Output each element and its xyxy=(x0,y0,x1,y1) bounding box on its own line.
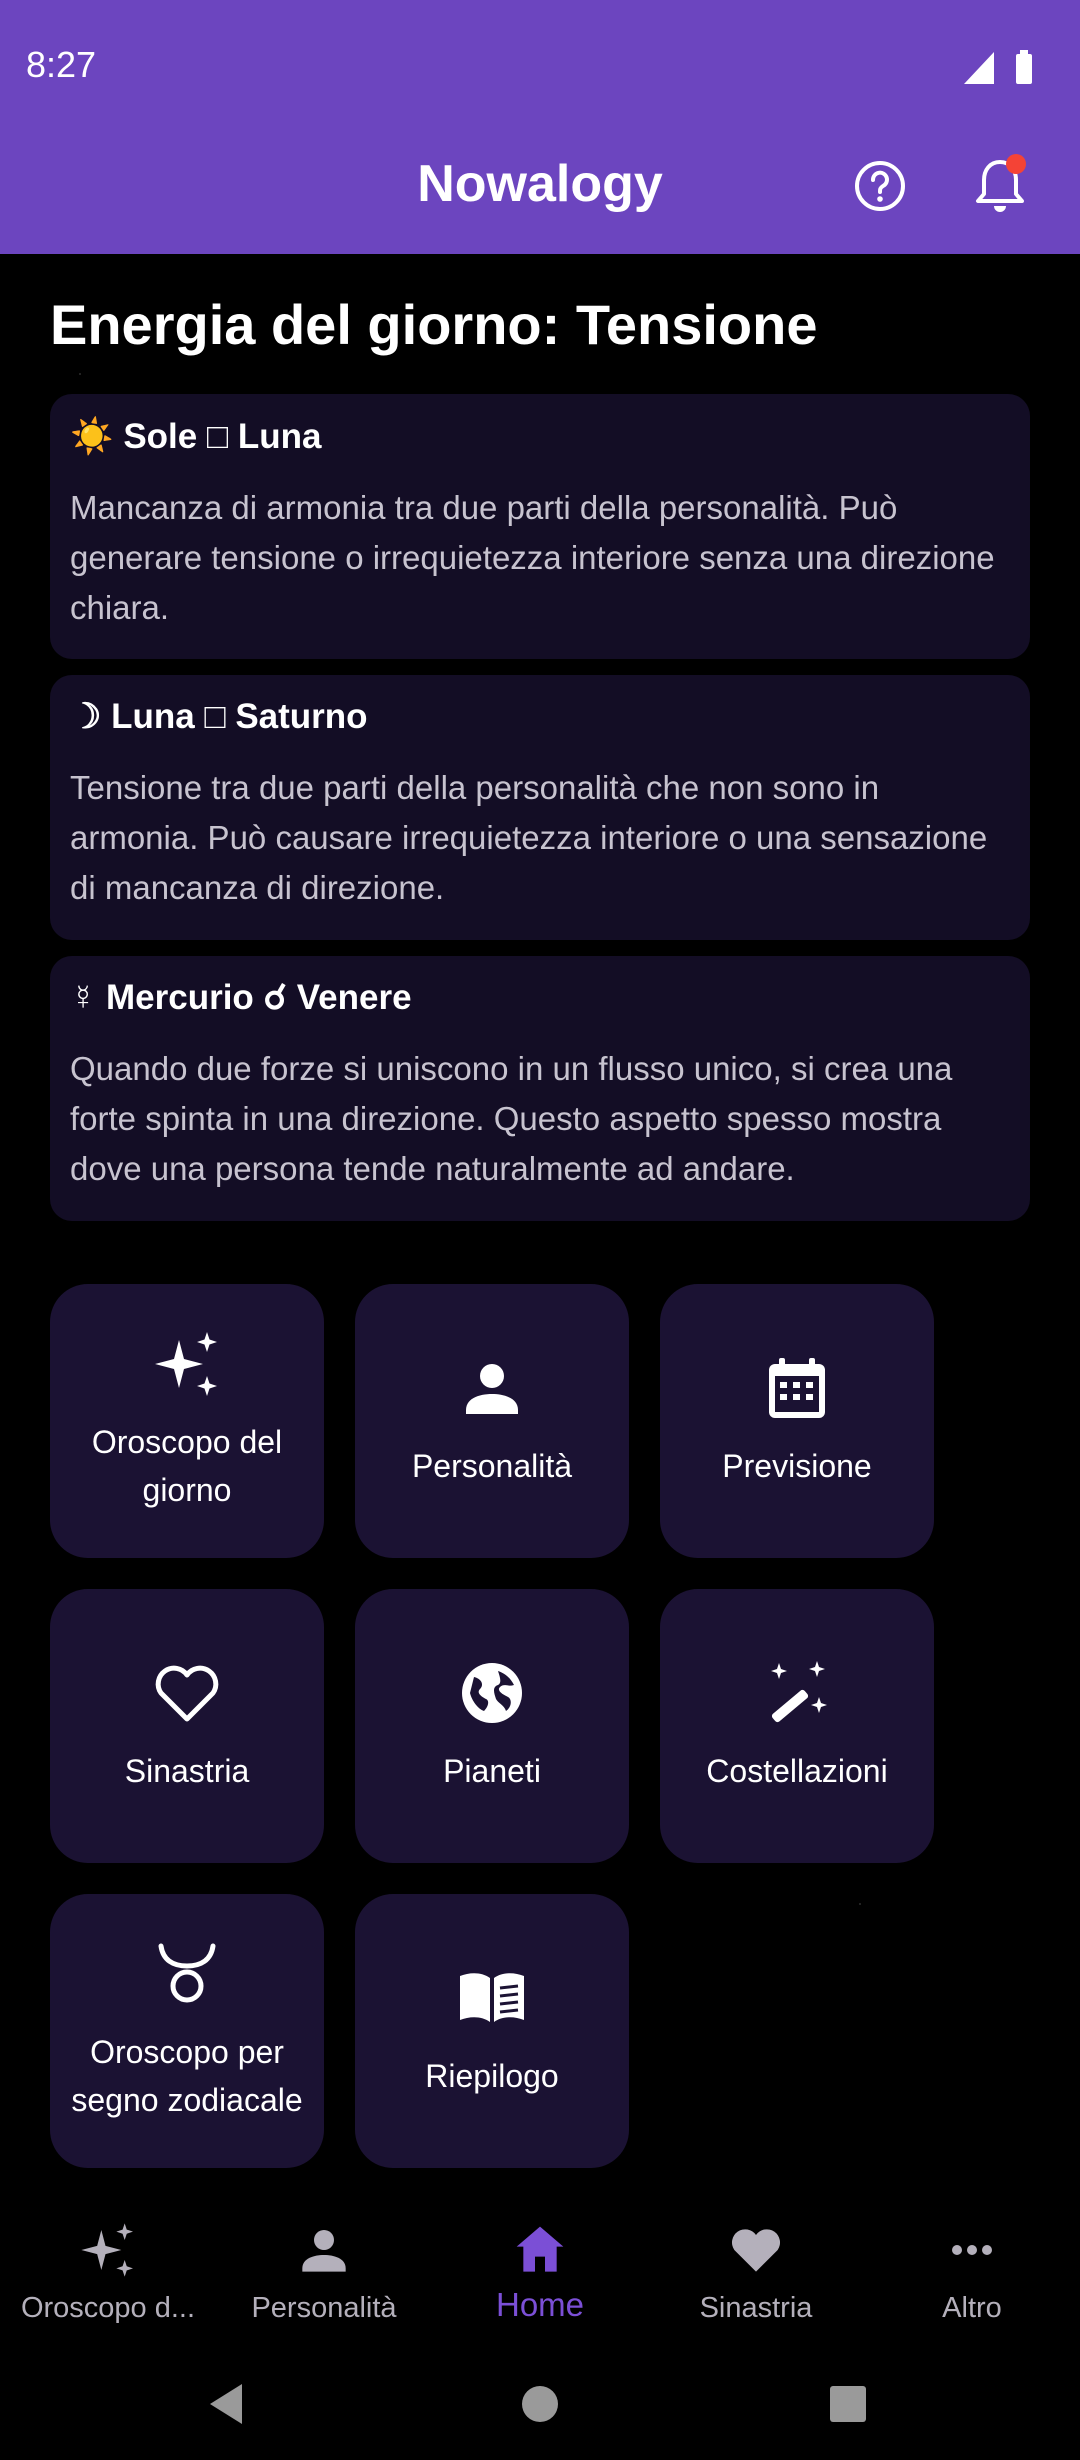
tile-label: Sinastria xyxy=(124,1753,250,1789)
status-time: 8:27 xyxy=(26,44,97,85)
aspect-name: Luna □ Saturno xyxy=(111,697,368,736)
aspect-title: ☽ Luna □ Saturno xyxy=(70,697,1010,737)
tile-label: Riepilogo xyxy=(425,2058,559,2094)
tile-label: Oroscopo per segno zodiacale xyxy=(71,2034,303,2118)
aspect-title: ☿ Mercurio ☌ Venere xyxy=(70,978,1010,1018)
aspect-card: ☿ Mercurio ☌ Venere Quando due forze si … xyxy=(50,956,1030,1221)
battery-icon xyxy=(1016,54,1032,84)
tile-daily-horoscope[interactable]: Oroscopo del giorno xyxy=(50,1284,324,1558)
magic-wand-icon xyxy=(771,1661,827,1723)
aspect-name: Sole □ Luna xyxy=(123,417,322,456)
bottom-nav: Oroscopo d... Personalità Home Sinastria… xyxy=(0,2202,1080,2342)
nav-label: Sinastria xyxy=(699,2292,813,2324)
signal-icon xyxy=(964,52,994,84)
heart-outline-icon xyxy=(155,1665,219,1722)
status-icons xyxy=(964,50,1032,84)
heart-icon xyxy=(731,2229,781,2272)
tile-zodiac-horoscope[interactable]: Oroscopo per segno zodiacale xyxy=(50,1894,324,2168)
more-icon xyxy=(952,2245,992,2255)
nav-label: Personalità xyxy=(251,2292,397,2324)
tile-label: Costellazioni xyxy=(706,1753,888,1789)
nav-more[interactable]: Altro xyxy=(864,2214,1080,2334)
tile-label: Pianeti xyxy=(443,1753,541,1789)
energy-title: Energia del giorno: Tensione xyxy=(50,293,818,356)
aspect-symbol: ☽ xyxy=(70,697,102,736)
back-icon[interactable] xyxy=(206,2382,246,2426)
aspect-card: ☽ Luna □ Saturno Tensione tra due parti … xyxy=(50,675,1030,940)
person-icon xyxy=(466,1364,518,1414)
tile-constellations[interactable]: Costellazioni xyxy=(660,1589,934,1863)
sparkles-icon xyxy=(155,1332,217,1396)
nav-personality[interactable]: Personalità xyxy=(216,2214,432,2334)
nav-label: Oroscopo d... xyxy=(20,2292,196,2324)
home-icon xyxy=(516,2226,564,2272)
taurus-icon xyxy=(158,1943,216,2003)
main-content: Energia del giorno: Tensione ☀️ Sole □ L… xyxy=(0,254,1080,2202)
tile-planets[interactable]: Pianeti xyxy=(355,1589,629,1863)
person-icon xyxy=(302,2230,346,2272)
nav-label: Home xyxy=(495,2286,585,2323)
notifications-button[interactable] xyxy=(972,154,1028,218)
aspect-name: Mercurio ☌ Venere xyxy=(105,978,412,1017)
home-circle-icon[interactable] xyxy=(520,2384,560,2424)
nav-label: Altro xyxy=(942,2292,1002,2324)
sparkles-icon xyxy=(81,2223,133,2277)
notification-badge xyxy=(1006,154,1026,174)
aspect-symbol: ☿ xyxy=(70,978,97,1017)
nav-home[interactable]: Home xyxy=(432,2214,648,2334)
help-icon[interactable] xyxy=(852,158,908,214)
tile-label: Previsione xyxy=(722,1448,872,1484)
tile-forecast[interactable]: Previsione xyxy=(660,1284,934,1558)
aspect-description: Mancanza di armonia tra due parti della … xyxy=(70,489,995,626)
app-bar: Nowalogy xyxy=(0,130,1080,254)
nav-synastry[interactable]: Sinastria xyxy=(648,2214,864,2334)
aspect-description: Quando due forze si uniscono in un fluss… xyxy=(70,1050,953,1187)
recents-icon[interactable] xyxy=(828,2384,868,2424)
system-nav-bar xyxy=(0,2342,1080,2460)
tile-personality[interactable]: Personalità xyxy=(355,1284,629,1558)
book-icon xyxy=(460,1973,524,2022)
aspect-description: Tensione tra due parti della personalità… xyxy=(70,769,988,906)
status-bar: 8:27 xyxy=(0,0,1080,130)
aspect-card: ☀️ Sole □ Luna Mancanza di armonia tra d… xyxy=(50,394,1030,659)
tile-summary[interactable]: Riepilogo xyxy=(355,1894,629,2168)
app-title: Nowalogy xyxy=(417,155,663,213)
aspect-title: ☀️ Sole □ Luna xyxy=(70,416,1010,457)
globe-icon xyxy=(462,1663,522,1723)
tile-label: Oroscopo del giorno xyxy=(91,1424,283,1508)
aspect-symbol: ☀️ xyxy=(70,417,114,456)
tile-label: Personalità xyxy=(411,1448,573,1484)
nav-daily-horoscope[interactable]: Oroscopo d... xyxy=(0,2214,216,2334)
calendar-icon xyxy=(769,1358,825,1418)
tile-synastry[interactable]: Sinastria xyxy=(50,1589,324,1863)
